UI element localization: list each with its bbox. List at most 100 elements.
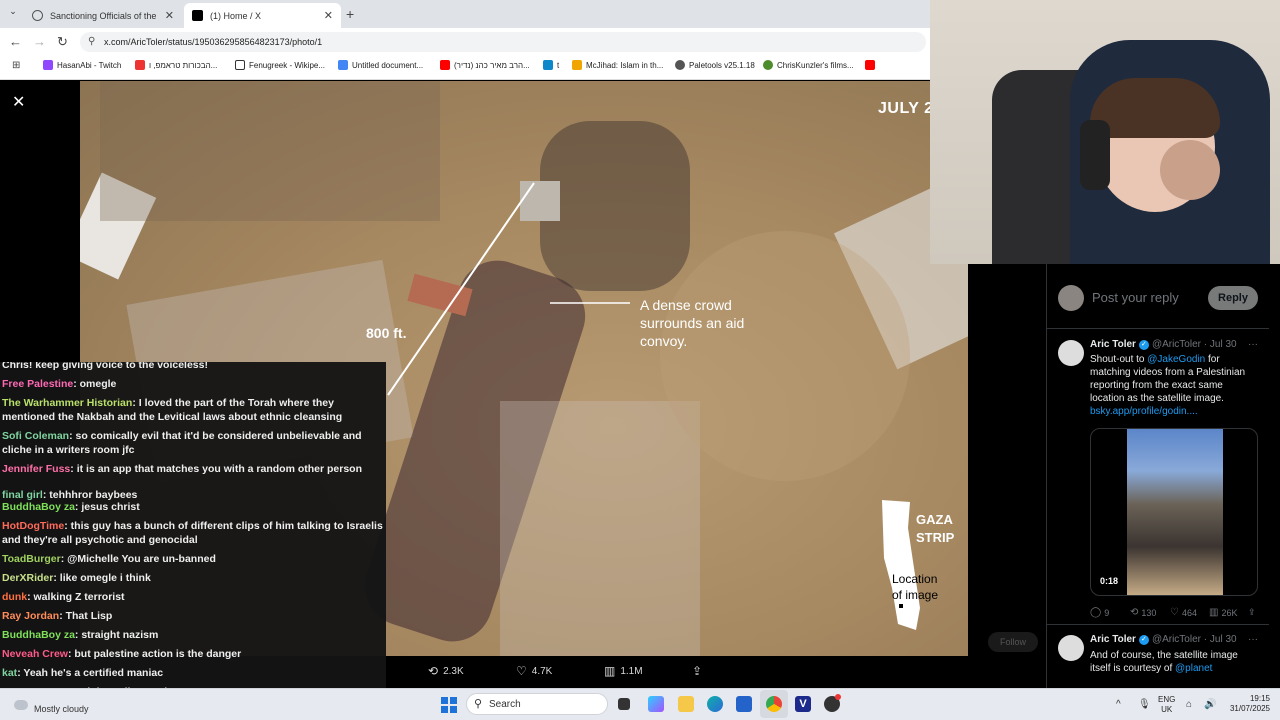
retweet-icon: ⟲ (1130, 607, 1139, 618)
chat-message: DerXRider: like omegle i think (2, 571, 386, 585)
language-indicator[interactable]: ENG UK (1158, 695, 1175, 715)
chat-message: dunk: walking Z terrorist (2, 590, 386, 604)
heart-icon: ♡ (516, 664, 527, 678)
volume-icon[interactable]: 🔊 (1204, 699, 1216, 710)
search-icon: ⚲ (474, 698, 483, 710)
chat-username[interactable]: BuddhaBoy za (2, 501, 75, 513)
chat-message: Sofi Coleman: so comically evil that it'… (2, 429, 386, 457)
tweet-header: Aric Toler ✓ @AricToler · Jul 30 (1090, 634, 1237, 645)
chat-text: That Lisp (65, 610, 113, 622)
chat-message: BuddhaBoy za: straight nazism (2, 628, 386, 642)
date-label: JULY 2 (878, 100, 934, 117)
divider (1047, 328, 1269, 329)
reply-input[interactable]: Post your reply (1092, 290, 1179, 305)
notification-dot (835, 694, 841, 700)
like-action[interactable]: ♡ 4.7K (516, 664, 552, 678)
avatar[interactable] (1058, 285, 1084, 311)
chat-text: @Michelle You are un-banned (67, 553, 216, 565)
video-duration: 0:18 (1100, 576, 1119, 586)
chat-text: it is an app that matches you with a ran… (76, 463, 362, 475)
chat-message: Free Palestine: omegle (2, 377, 386, 391)
search-placeholder: Search (489, 699, 521, 710)
reply-button[interactable]: Reply (1208, 286, 1258, 310)
chat-username[interactable]: Sofi Coleman (2, 430, 69, 442)
chat-message: kat: Yeah he's a certified maniac (2, 666, 386, 680)
chat-message: BuddhaBoy za: jesus christ (2, 500, 386, 514)
follow-button[interactable]: Follow (988, 632, 1038, 652)
chat-username[interactable]: Ray Jordan (2, 610, 59, 622)
task-view-icon[interactable] (618, 698, 630, 710)
chat-text: but palestine action is the danger (74, 648, 242, 660)
tray-chevron-icon[interactable]: ^ (1116, 699, 1121, 710)
more-options-icon[interactable]: ··· (1248, 339, 1258, 350)
tweet-link[interactable]: bsky.app/profile/godin.... (1090, 406, 1198, 417)
heart-icon: ♡ (1170, 607, 1179, 618)
avatar[interactable] (1058, 340, 1084, 366)
tweet-text: Shout-out to @JakeGodin for matching vid… (1090, 354, 1246, 417)
taskbar-search[interactable] (466, 693, 608, 715)
chat-username[interactable]: kat (2, 667, 17, 679)
retweet-action[interactable]: ⟲ 2.3K (428, 664, 464, 678)
chat-message: ToadBurger: @Michelle You are un-banned (2, 552, 386, 566)
retweet-icon: ⟲ (428, 664, 439, 678)
clock[interactable]: 19:15 31/07/2025 (1226, 694, 1270, 714)
crowd-annotation: A dense crowd surrounds an aid convoy. (640, 297, 745, 349)
map-title: GAZA STRIP (916, 512, 955, 545)
retweet-count[interactable]: ⟲ 130 (1130, 607, 1156, 618)
share-icon: ⇪ (692, 664, 703, 678)
chat-message: HotDogTime: this guy has a bunch of diff… (2, 519, 386, 547)
chat-text: jesus christ (81, 501, 140, 513)
comment-icon: ◯ (1090, 607, 1102, 618)
chat-message: Jennifer Fuss: it is an app that matches… (2, 462, 386, 476)
chat-text: like omegle i think (59, 572, 151, 584)
copilot-icon[interactable] (648, 696, 664, 712)
verified-badge-icon: ✓ (1138, 339, 1149, 350)
bar-chart-icon: ▥ (1209, 607, 1219, 618)
network-icon[interactable]: ⌂ (1186, 699, 1192, 710)
tweet-text: And of course, the satellite image itsel… (1090, 650, 1238, 674)
webcam-feed (930, 0, 1280, 264)
chat-message: The Warhammer Historian: I loved the par… (2, 396, 386, 424)
security-shield-icon[interactable] (736, 696, 752, 712)
chat-username[interactable]: Neveah Crew (2, 648, 68, 660)
app-v-icon[interactable]: V (795, 696, 811, 712)
share-action[interactable]: ⇪ (692, 664, 707, 678)
chat-message: Ray Jordan: That Lisp (2, 609, 386, 623)
verified-badge-icon: ✓ (1138, 634, 1149, 645)
video-frame (1127, 429, 1223, 595)
chrome-icon[interactable] (766, 696, 782, 712)
file-explorer-icon[interactable] (678, 696, 694, 712)
chat-message: Neveah Crew: but palestine action is the… (2, 647, 386, 661)
chat-text: straight nazism (81, 629, 159, 641)
view-count[interactable]: ▥ 26K (1209, 607, 1237, 618)
gaza-map-inset (882, 500, 920, 630)
distance-label: 800 ft. (366, 325, 407, 341)
views-action[interactable]: ▥ 1.1M (604, 664, 643, 678)
map-location-label: Location of image (892, 572, 939, 602)
reply-count[interactable]: ◯ 9 (1090, 607, 1109, 618)
more-options-icon[interactable]: ··· (1248, 634, 1258, 645)
chat-text: walking Z terrorist (33, 591, 125, 603)
microphone-icon[interactable]: 🎙 (1138, 699, 1151, 710)
chat-username[interactable]: DerXRider (2, 572, 53, 584)
windows-start-icon[interactable] (441, 697, 457, 713)
video-thumbnail[interactable] (1090, 428, 1258, 596)
edge-icon[interactable] (707, 696, 723, 712)
tweet-header: Aric Toler ✓ @AricToler · Jul 30 (1090, 339, 1237, 350)
stream-chat-overlay: Chris! keep giving voice to the voiceles… (0, 362, 386, 704)
cloud-icon (14, 700, 28, 710)
chat-username[interactable]: HotDogTime (2, 520, 64, 532)
chat-username[interactable]: dunk (2, 591, 27, 603)
chat-username[interactable]: ToadBurger (2, 553, 61, 565)
chat-username[interactable]: Jennifer Fuss (2, 463, 70, 475)
chat-username[interactable]: BuddhaBoy za (2, 629, 75, 641)
share-icon[interactable]: ⇪ (1248, 607, 1256, 618)
divider (1047, 624, 1269, 625)
avatar[interactable] (1058, 635, 1084, 661)
like-count[interactable]: ♡ 464 (1170, 607, 1197, 618)
chat-username[interactable]: Free Palestine (2, 378, 73, 390)
chat-username[interactable]: The Warhammer Historian (2, 397, 132, 409)
close-icon[interactable]: ✕ (12, 92, 25, 112)
weather-widget[interactable]: Mostly cloudy (34, 704, 89, 714)
chat-message: Chris! keep giving voice to the voiceles… (2, 362, 386, 372)
